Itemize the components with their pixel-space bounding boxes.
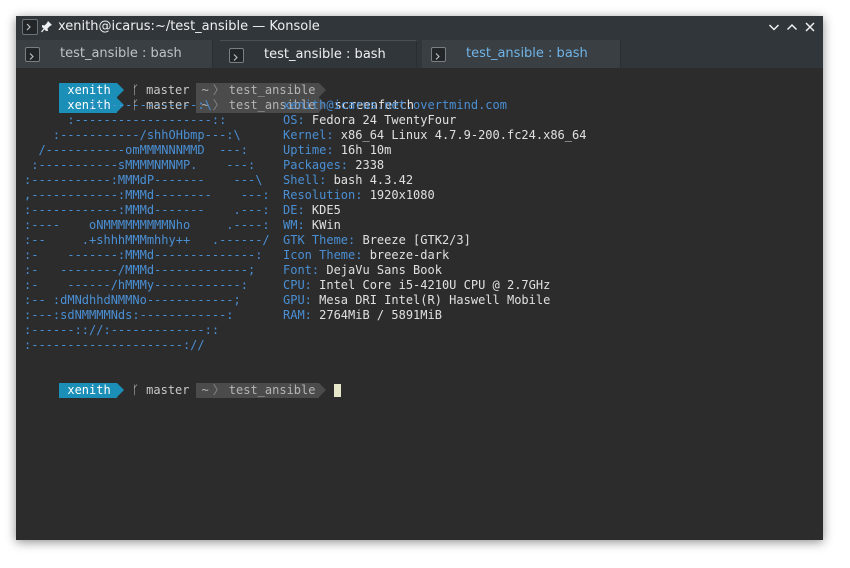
sysinfo-row: GTK Theme: Breeze [GTK2/3] [283,233,471,248]
terminal-view[interactable]: xenith ᚴ master ~ 〉 test_ansible xenith ᚴ mas… [16,68,823,540]
sysinfo-row: Kernel: x86_64 Linux 4.7.9-200.fc24.x86_… [283,128,586,143]
tab-label: test_ansible : bash [60,46,182,61]
sysinfo-value: Mesa DRI Intel(R) Haswell Mobile [311,293,551,307]
sysinfo-row: Packages: 2338 [283,158,384,173]
logo-line: :-- :dMNdhhdNMMNo------------; [24,293,241,307]
sysinfo-row: Font: DejaVu Sans Book [283,263,442,278]
pin-icon[interactable] [41,20,53,33]
sysinfo-value: bash 4.3.42 [326,173,414,187]
text-cursor[interactable] [334,384,342,397]
sysinfo-value: KDE5 [304,203,341,217]
sysinfo-row: GPU: Mesa DRI Intel(R) Haswell Mobile [283,293,550,308]
sysinfo-row: OS: Fedora 24 TwentyFour [283,113,456,128]
powerline-arrow [319,383,327,397]
host-text: xenith@icarus.net.overtmind.com [283,98,507,112]
logo-line: /:-------------:\ [24,98,212,112]
sysinfo-key: Shell: [283,173,327,187]
prompt-git: ᚴ master [123,383,196,398]
logo-line: :-- .+shhhMMMmhhy++ .------/ [24,233,270,247]
sysinfo-value: Fedora 24 TwentyFour [304,113,457,127]
sysinfo-row: Icon Theme: breeze-dark [283,248,449,263]
chevron-down-icon[interactable] [767,20,781,34]
sysinfo-key: DE: [283,203,305,217]
sysinfo-row: CPU: Intel Core i5-4210U CPU @ 2.7GHz [283,278,550,293]
logo-line: :-------------------:: [24,113,227,127]
sysinfo-row: Shell: bash 4.3.42 [283,173,413,188]
logo-line: :---------------------:// [24,338,205,352]
terminal-icon [431,47,446,62]
logo-line: :------------:MMMd------- .---: [24,203,270,217]
prompt-dir-segment: ~ 〉 test_ansible [195,383,320,398]
sysinfo-value: 1920x1080 [362,188,435,202]
tab-1[interactable]: test_ansible : bash [16,40,213,68]
sysinfo-key: GTK Theme: [283,233,356,247]
konsole-icon[interactable] [22,19,38,35]
sysinfo-key: Uptime: [283,143,334,157]
sysinfo-value: Breeze [GTK2/3] [355,233,471,247]
sysinfo-row: DE: KDE5 [283,203,341,218]
sysinfo-key: CPU: [283,278,312,292]
logo-line: :- ------/hMMMy------------: [24,278,248,292]
logo-line: :-----------/shhOHbmp---:\ [24,128,241,142]
title-bar[interactable]: xenith@icarus:~/test_ansible — Konsole [16,16,823,38]
logo-line: :-----------:MMMdP------- ---\ [24,173,263,187]
git-branch-icon: ᚴ [131,383,139,397]
sysinfo-value: 2338 [348,158,385,172]
logo-line: :-----------sMMMMNMNMP. ---: [24,158,256,172]
prompt-home: ~ [201,383,209,397]
powerline-arrow [116,383,124,397]
tab-label: test_ansible : bash [264,47,386,62]
logo-line: ,------------:MMMd-------- ---: [24,188,270,202]
sysinfo-row: RAM: 2764MiB / 5891MiB [283,308,442,323]
sysinfo-key: Kernel: [283,128,334,142]
sysinfo-value: Intel Core i5-4210U CPU @ 2.7GHz [311,278,551,292]
sysinfo-value: 2764MiB / 5891MiB [311,308,442,322]
prompt-line: xenith ᚴ master ~ 〉 test_ansible screenfetch [16,83,414,113]
sysinfo-row: Uptime: 16h 10m [283,143,391,158]
sysinfo-key: Icon Theme: [283,248,363,262]
sysinfo-key: Packages: [283,158,349,172]
sysinfo-value: x86_64 Linux 4.7.9-200.fc24.x86_64 [333,128,587,142]
terminal-icon [25,47,40,62]
sysinfo-host: xenith@icarus.net.overtmind.com [283,98,507,113]
tab-2[interactable]: test_ansible : bash [220,40,417,69]
sysinfo-key: RAM: [283,308,312,322]
sysinfo-key: OS: [283,113,305,127]
logo-line: :- -------:MMMd--------------: [24,248,263,262]
window-title: xenith@icarus:~/test_ansible — Konsole [58,19,320,34]
sysinfo-value: KWin [304,218,341,232]
logo-line: /-----------omMMMNNNMMD ---: [24,143,248,157]
prompt-line: xenith ᚴ master ~ 〉 test_ansible [16,368,342,398]
logo-line: :------:://:-------------:: [24,323,220,337]
tab-bar: test_ansible : bash test_ansible : bash … [16,38,823,69]
sysinfo-key: Resolution: [283,188,363,202]
prompt-branch: master [146,383,190,397]
sysinfo-value: DejaVu Sans Book [319,263,442,277]
sysinfo-row: Resolution: 1920x1080 [283,188,435,203]
sysinfo-key: WM: [283,218,305,232]
prompt-line: xenith ᚴ master ~ 〉 test_ansible [16,68,327,98]
logo-line: :---- oNMMMMMMMMMNho .----: [24,218,270,232]
logo-line: :---:sdNMMMMNds:------------: [24,308,234,322]
prompt-user: xenith [59,383,117,398]
close-icon[interactable] [803,20,817,34]
sysinfo-row: WM: KWin [283,218,341,233]
tab-3[interactable]: test_ansible : bash [422,40,621,68]
sysinfo-value: 16h 10m [333,143,392,157]
logo-line: :- --------/MMMd-------------; [24,263,256,277]
terminal-icon [229,48,244,63]
konsole-window: xenith@icarus:~/test_ansible — Konsole t… [16,16,823,540]
chevron-up-icon[interactable] [785,20,799,34]
prompt-dir: test_ansible [228,383,316,397]
sysinfo-key: GPU: [283,293,312,307]
path-separator-icon: 〉 [212,383,225,397]
sysinfo-key: Font: [283,263,320,277]
tab-label: test_ansible : bash [466,46,588,61]
sysinfo-value: breeze-dark [362,248,450,262]
